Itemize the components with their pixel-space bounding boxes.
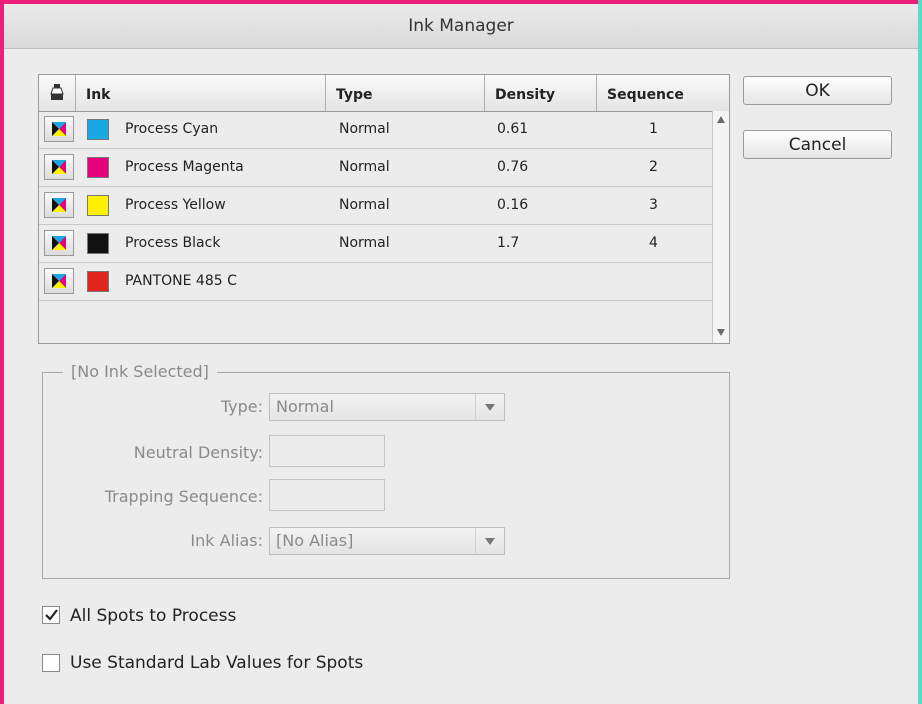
table-row[interactable]: Process Magenta Normal 0.76 2 (39, 149, 713, 187)
use-standard-lab-checkbox[interactable] (42, 654, 60, 672)
ink-density: 0.76 (497, 159, 529, 175)
group-legend: [No Ink Selected] (63, 362, 217, 381)
ink-sequence: 4 (649, 235, 658, 251)
column-header-density[interactable]: Density (485, 75, 597, 111)
process-ink-icon (52, 160, 66, 174)
ok-button[interactable]: OK (743, 76, 892, 105)
table-scrollbar[interactable] (712, 111, 729, 343)
ink-sequence: 1 (649, 121, 658, 137)
ink-settings-group: [No Ink Selected] Type: Normal Neutral D… (42, 362, 730, 579)
ink-type-toggle[interactable] (44, 116, 74, 142)
ink-type-toggle[interactable] (44, 230, 74, 256)
column-header-type[interactable]: Type (326, 75, 485, 111)
scroll-up-icon[interactable] (717, 116, 725, 123)
ink-icon (50, 84, 64, 100)
type-select[interactable]: Normal (269, 393, 505, 421)
color-swatch (87, 233, 109, 254)
ink-alias-value: [No Alias] (276, 531, 354, 550)
chevron-down-icon (475, 528, 504, 554)
ink-table: Ink Type Density Sequence Process Cyan N… (38, 74, 730, 344)
use-standard-lab-label[interactable]: Use Standard Lab Values for Spots (70, 653, 363, 673)
all-spots-to-process-label[interactable]: All Spots to Process (70, 606, 236, 626)
ink-sequence: 3 (649, 197, 658, 213)
ink-type: Normal (339, 121, 390, 137)
ink-type: Normal (339, 235, 390, 251)
neutral-density-label: Neutral Density: (133, 443, 263, 462)
ink-icon-column-header[interactable] (39, 75, 76, 111)
neutral-density-field[interactable] (269, 435, 385, 467)
ink-type-toggle[interactable] (44, 268, 74, 294)
dialog-title: Ink Manager (4, 4, 918, 49)
table-row[interactable]: Process Yellow Normal 0.16 3 (39, 187, 713, 225)
process-ink-icon (52, 236, 66, 250)
ink-name: Process Magenta (125, 159, 244, 175)
color-swatch (87, 271, 109, 292)
column-header-ink[interactable]: Ink (76, 75, 326, 111)
table-row[interactable]: Process Cyan Normal 0.61 1 (39, 111, 713, 149)
ink-type-toggle[interactable] (44, 192, 74, 218)
type-select-value: Normal (276, 397, 334, 416)
ink-type-toggle[interactable] (44, 154, 74, 180)
trapping-sequence-label: Trapping Sequence: (104, 487, 263, 506)
process-ink-icon (52, 198, 66, 212)
scroll-down-icon[interactable] (717, 329, 725, 336)
process-ink-icon (52, 122, 66, 136)
ink-density: 0.16 (497, 197, 529, 213)
chevron-down-icon (475, 394, 504, 420)
ink-alias-label: Ink Alias: (190, 531, 263, 550)
color-swatch (87, 195, 109, 216)
ink-name: Process Cyan (125, 121, 219, 137)
ink-name: PANTONE 485 C (125, 273, 237, 289)
trapping-sequence-field[interactable] (269, 479, 385, 511)
ink-sequence: 2 (649, 159, 658, 175)
column-header-sequence[interactable]: Sequence (597, 75, 729, 111)
ink-type: Normal (339, 197, 390, 213)
table-row[interactable]: Process Black Normal 1.7 4 (39, 225, 713, 263)
ink-type: Normal (339, 159, 390, 175)
table-header: Ink Type Density Sequence (39, 75, 729, 112)
ink-density: 1.7 (497, 235, 520, 251)
cancel-button[interactable]: Cancel (743, 130, 892, 159)
ink-name: Process Yellow (125, 197, 226, 213)
table-row[interactable]: PANTONE 485 C (39, 263, 713, 301)
checkmark-icon (45, 609, 58, 621)
type-label: Type: (220, 397, 263, 416)
ink-density: 0.61 (497, 121, 529, 137)
color-swatch (87, 157, 109, 178)
ink-alias-select[interactable]: [No Alias] (269, 527, 505, 555)
all-spots-to-process-checkbox[interactable] (42, 606, 60, 624)
color-swatch (87, 119, 109, 140)
ink-name: Process Black (125, 235, 221, 251)
process-ink-icon (52, 274, 66, 288)
ink-manager-dialog: Ink Manager Ink Type Density Sequence Pr… (0, 0, 918, 704)
ink-list: Process Cyan Normal 0.61 1 Process Magen… (39, 111, 713, 301)
